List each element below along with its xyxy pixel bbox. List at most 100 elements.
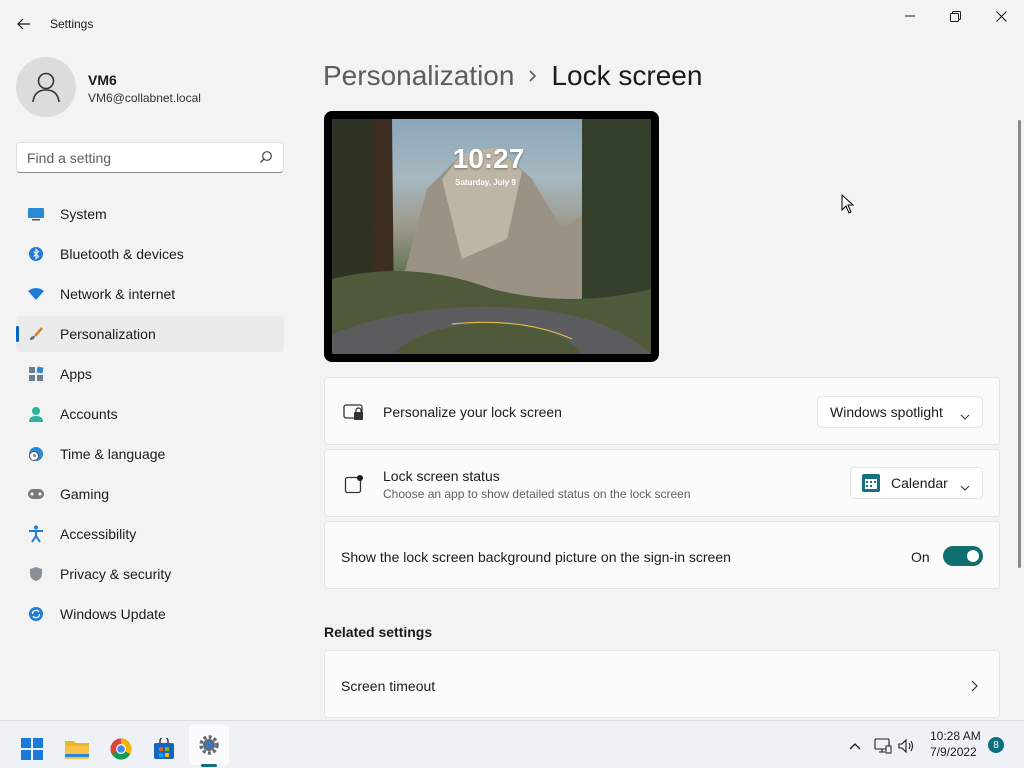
network-tray-button[interactable] (872, 735, 894, 757)
monitor-icon (27, 205, 45, 223)
related-settings-heading: Related settings (324, 624, 433, 640)
setting-personalize-lock-screen: Personalize your lock screen Windows spo… (324, 377, 1000, 445)
brush-icon (27, 325, 45, 343)
update-icon (27, 605, 45, 623)
chevron-down-icon (960, 478, 970, 494)
start-button[interactable] (12, 729, 52, 768)
sidebar-item-label: Windows Update (60, 606, 166, 622)
sidebar-item-label: Privacy & security (60, 566, 172, 582)
chevron-right-icon (971, 679, 978, 697)
preview-date: Saturday, July 9 (455, 178, 516, 187)
sidebar-item-accessibility[interactable]: Accessibility (16, 516, 284, 552)
restore-button[interactable] (932, 0, 978, 32)
show-hidden-icons-button[interactable] (844, 735, 866, 757)
calendar-icon (862, 474, 880, 492)
title-bar: Settings (0, 0, 1024, 48)
person-icon (27, 405, 45, 423)
chevron-right-icon (528, 69, 537, 83)
avatar[interactable] (16, 57, 76, 117)
page-title: Lock screen (551, 60, 703, 91)
toggle-knob (967, 550, 979, 562)
toggle-state-label: On (911, 549, 930, 565)
gamepad-icon (27, 485, 45, 503)
notification-badge[interactable]: 8 (988, 737, 1004, 753)
related-item-screen-timeout[interactable]: Screen timeout (324, 650, 1000, 718)
sidebar-nav: System Bluetooth & devices Network & int… (16, 196, 284, 636)
person-icon (32, 72, 60, 103)
sidebar-item-label: System (60, 206, 107, 222)
volume-icon (898, 738, 914, 754)
sidebar-item-time-language[interactable]: Time & language (16, 436, 284, 472)
chevron-up-icon (849, 743, 861, 750)
dropdown-value: Calendar (891, 475, 948, 491)
status-app-icon (343, 473, 365, 495)
taskbar (0, 720, 1024, 768)
sidebar-item-privacy[interactable]: Privacy & security (16, 556, 284, 592)
personalize-dropdown[interactable]: Windows spotlight (817, 396, 983, 428)
sidebar-item-bluetooth[interactable]: Bluetooth & devices (16, 236, 284, 272)
user-email: VM6@collabnet.local (88, 91, 201, 105)
scrollbar[interactable] (1018, 120, 1021, 568)
related-item-label: Screen timeout (341, 678, 436, 694)
network-wired-icon (874, 738, 892, 754)
back-arrow-icon (17, 18, 30, 30)
chrome-icon (110, 738, 132, 760)
search-icon[interactable] (259, 150, 273, 169)
sidebar-item-apps[interactable]: Apps (16, 356, 284, 392)
setting-title: Show the lock screen background picture … (341, 549, 731, 565)
sidebar-item-label: Time & language (60, 446, 166, 462)
setting-title: Lock screen status (383, 468, 500, 484)
close-button[interactable] (978, 0, 1024, 32)
lock-screen-icon (343, 401, 365, 423)
sidebar-item-windows-update[interactable]: Windows Update (16, 596, 284, 632)
sidebar-item-label: Network & internet (60, 286, 176, 302)
sidebar-item-accounts[interactable]: Accounts (16, 396, 284, 432)
taskbar-store[interactable] (144, 729, 184, 768)
sidebar-item-label: Bluetooth & devices (60, 246, 184, 262)
wifi-icon (27, 285, 45, 303)
minimize-button[interactable] (887, 0, 933, 32)
breadcrumb: Personalization Lock screen (323, 58, 702, 94)
sidebar-item-label: Apps (60, 366, 92, 382)
mouse-cursor-icon (841, 194, 855, 214)
search-input[interactable] (27, 149, 247, 167)
sidebar-item-network[interactable]: Network & internet (16, 276, 284, 312)
bluetooth-icon (27, 245, 45, 263)
chevron-down-icon (960, 407, 970, 423)
setting-subtitle: Choose an app to show detailed status on… (383, 487, 691, 501)
sidebar-item-label: Personalization (60, 326, 156, 342)
search-box[interactable] (16, 142, 284, 173)
taskbar-settings[interactable] (189, 725, 229, 765)
back-button[interactable] (12, 12, 36, 36)
setting-signin-background: Show the lock screen background picture … (324, 521, 1000, 589)
accessibility-icon (27, 525, 45, 543)
sidebar-item-personalization[interactable]: Personalization (16, 316, 284, 352)
close-icon (995, 10, 1007, 22)
sidebar-item-system[interactable]: System (16, 196, 284, 232)
setting-lock-screen-status: Lock screen status Choose an app to show… (324, 449, 1000, 517)
sidebar-item-label: Gaming (60, 486, 110, 502)
volume-tray-button[interactable] (896, 735, 918, 757)
settings-icon (199, 735, 219, 755)
preview-time: 10:27 (452, 143, 525, 174)
signin-background-toggle[interactable] (943, 546, 983, 566)
status-dropdown[interactable]: Calendar (850, 467, 983, 499)
sidebar-item-gaming[interactable]: Gaming (16, 476, 284, 512)
minimize-icon (905, 15, 915, 17)
store-icon (154, 738, 174, 759)
window-title: Settings (50, 17, 94, 31)
start-icon (21, 738, 43, 760)
taskbar-chrome[interactable] (101, 729, 141, 768)
file-explorer-icon (65, 741, 89, 759)
breadcrumb-parent[interactable]: Personalization (323, 60, 514, 92)
clock-date[interactable]: 7/9/2022 (930, 745, 977, 759)
clock-time[interactable]: 10:28 AM (930, 729, 981, 743)
restore-icon (949, 10, 961, 22)
sidebar-item-label: Accessibility (60, 526, 137, 542)
user-name: VM6 (88, 72, 117, 88)
sidebar-item-label: Accounts (60, 406, 118, 422)
apps-icon (27, 365, 45, 383)
taskbar-file-explorer[interactable] (57, 729, 97, 768)
clock-globe-icon (27, 445, 45, 463)
dropdown-value: Windows spotlight (830, 404, 943, 420)
